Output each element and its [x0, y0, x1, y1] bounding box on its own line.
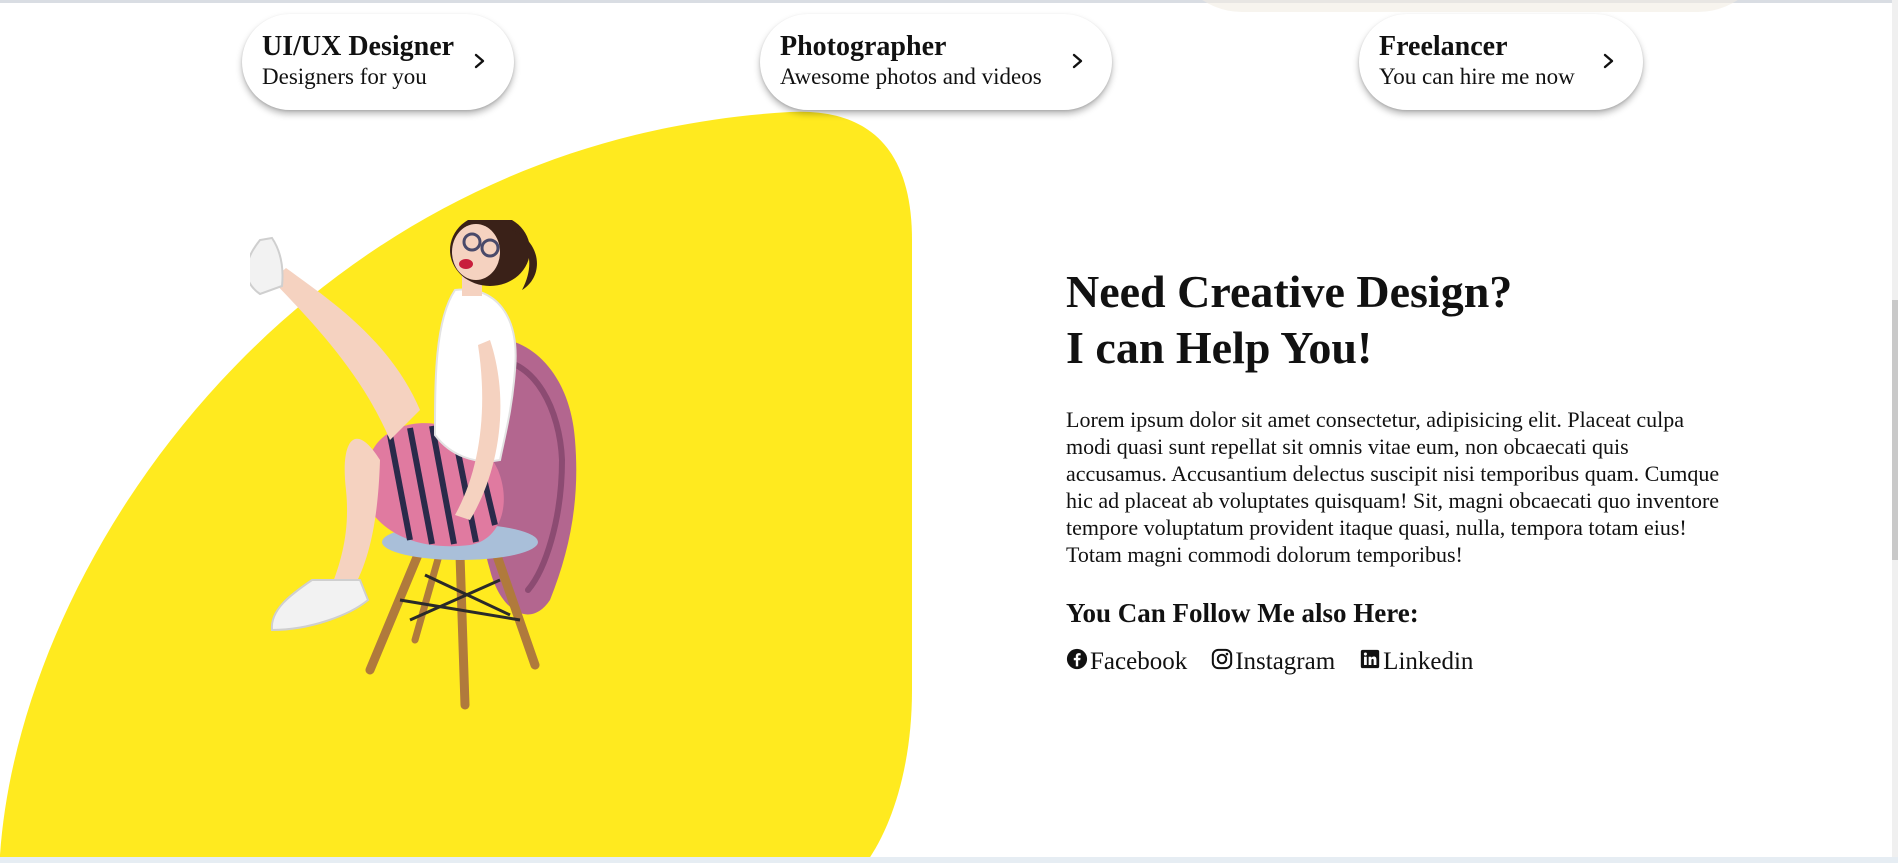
service-subtitle: You can hire me now [1379, 64, 1575, 89]
bottom-edge [0, 857, 1898, 863]
service-title: UI/UX Designer [262, 31, 455, 62]
linkedin-label: Linkedin [1383, 648, 1474, 675]
chevron-right-icon[interactable] [1599, 50, 1619, 72]
linkedin-icon [1361, 649, 1380, 669]
instagram-label: Instagram [1235, 648, 1336, 675]
headline-line-2: I can Help You! [1066, 322, 1373, 373]
facebook-icon [1066, 648, 1088, 670]
social-links: Facebook Instagram Linkedin [1066, 648, 1726, 676]
facebook-label: Facebook [1090, 648, 1188, 675]
about-section: Need Creative Design? I can Help You! Lo… [1066, 264, 1726, 676]
headline-line-1: Need Creative Design? [1066, 266, 1513, 317]
scrollbar-thumb[interactable] [1892, 300, 1898, 560]
instagram-icon [1212, 648, 1233, 670]
woman-on-chair-illustration [250, 220, 577, 710]
about-headline: Need Creative Design? I can Help You! [1066, 264, 1726, 376]
page: UI/UX Designer Designers for you Photogr… [0, 0, 1898, 863]
follow-heading: You Can Follow Me also Here: [1066, 598, 1419, 628]
linkedin-link[interactable]: Linkedin [1359, 648, 1473, 676]
top-decorative-arc [1170, 0, 1770, 12]
service-title: Freelancer [1379, 31, 1508, 62]
instagram-link[interactable]: Instagram [1211, 648, 1335, 676]
service-card-photographer[interactable]: Photographer Awesome photos and videos [760, 14, 1112, 110]
chevron-right-icon[interactable] [470, 50, 490, 72]
service-card-uiux[interactable]: UI/UX Designer Designers for you [242, 14, 514, 110]
chevron-right-icon[interactable] [1068, 50, 1088, 72]
service-subtitle: Designers for you [262, 64, 427, 89]
service-title: Photographer [780, 31, 947, 62]
service-card-freelancer[interactable]: Freelancer You can hire me now [1359, 14, 1643, 110]
service-subtitle: Awesome photos and videos [780, 64, 1042, 89]
page-scrollbar[interactable] [1892, 0, 1898, 863]
about-paragraph: Lorem ipsum dolor sit amet consectetur, … [1066, 407, 1720, 567]
facebook-link[interactable]: Facebook [1066, 648, 1187, 676]
